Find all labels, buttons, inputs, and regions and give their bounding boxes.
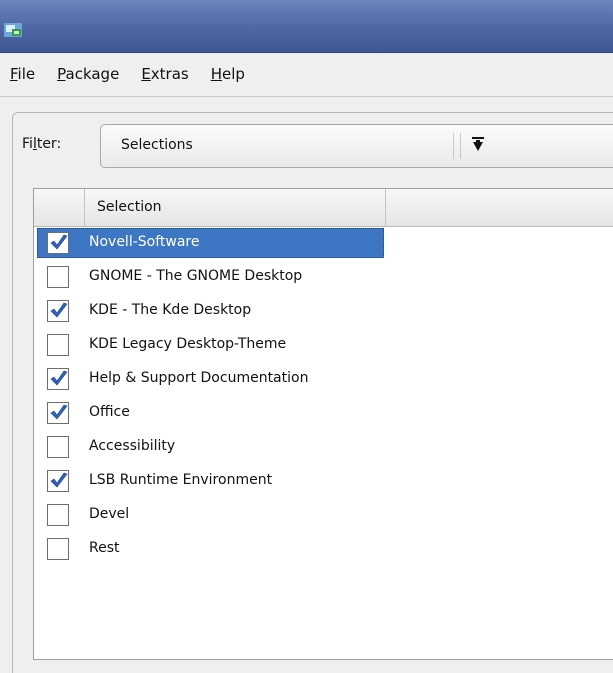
row-checkbox[interactable]	[47, 368, 69, 390]
menu-help[interactable]: Help	[209, 63, 247, 85]
menu-extras[interactable]: Extras	[139, 63, 190, 85]
yast-software-icon	[4, 23, 22, 37]
header-selection-column[interactable]: Selection	[85, 189, 386, 226]
list-item-label: Novell-Software	[89, 234, 200, 250]
list-item-label: KDE - The Kde Desktop	[89, 302, 252, 318]
list-item[interactable]: Novell-Software	[34, 226, 613, 260]
list-item-label: Accessibility	[89, 438, 176, 454]
list-item-label: GNOME - The GNOME Desktop	[89, 268, 303, 284]
list-item-label: Rest	[89, 540, 120, 556]
filter-combobox[interactable]: Selections	[100, 124, 613, 168]
list-item[interactable]: KDE Legacy Desktop-Theme	[34, 328, 613, 362]
list-item[interactable]: KDE - The Kde Desktop	[34, 294, 613, 328]
list-item-label: Devel	[89, 506, 130, 522]
list-item[interactable]: Devel	[34, 498, 613, 532]
list-item[interactable]: LSB Runtime Environment	[34, 464, 613, 498]
menubar-divider	[0, 96, 613, 97]
check-icon	[50, 302, 68, 318]
menu-package[interactable]: Package	[55, 63, 121, 85]
list-item-label: Help & Support Documentation	[89, 370, 309, 386]
menu-file[interactable]: File	[8, 63, 37, 85]
check-icon	[50, 404, 68, 420]
list-header: Selection	[34, 189, 613, 227]
list-item-label: Office	[89, 404, 130, 420]
combo-grip	[453, 133, 461, 159]
header-checkbox-column[interactable]	[34, 189, 85, 226]
row-checkbox[interactable]	[47, 504, 69, 526]
row-checkbox[interactable]	[47, 266, 69, 288]
check-icon	[50, 370, 68, 386]
filter-label: Filter:	[22, 136, 62, 152]
title-bar[interactable]	[0, 0, 613, 53]
combo-dropdown-arrow-icon[interactable]	[472, 136, 484, 154]
row-checkbox[interactable]	[47, 470, 69, 492]
check-icon	[50, 234, 68, 250]
row-checkbox[interactable]	[47, 538, 69, 560]
selection-list[interactable]: Selection Novell-Software GNOME - The GNO…	[33, 188, 613, 660]
row-checkbox[interactable]	[47, 334, 69, 356]
list-item-label: KDE Legacy Desktop-Theme	[89, 336, 287, 352]
list-item[interactable]: Office	[34, 396, 613, 430]
check-icon	[50, 472, 68, 488]
list-item-label: LSB Runtime Environment	[89, 472, 273, 488]
list-item[interactable]: Help & Support Documentation	[34, 362, 613, 396]
row-checkbox[interactable]	[47, 232, 69, 254]
row-checkbox[interactable]	[47, 436, 69, 458]
software-management-window: File Package Extras Help Filter: Selecti…	[0, 0, 613, 673]
list-item[interactable]: GNOME - The GNOME Desktop	[34, 260, 613, 294]
menu-bar: File Package Extras Help	[0, 53, 613, 95]
list-item[interactable]: Rest	[34, 532, 613, 566]
row-checkbox[interactable]	[47, 300, 69, 322]
list-item[interactable]: Accessibility	[34, 430, 613, 464]
filter-combobox-value: Selections	[121, 137, 193, 153]
row-checkbox[interactable]	[47, 402, 69, 424]
